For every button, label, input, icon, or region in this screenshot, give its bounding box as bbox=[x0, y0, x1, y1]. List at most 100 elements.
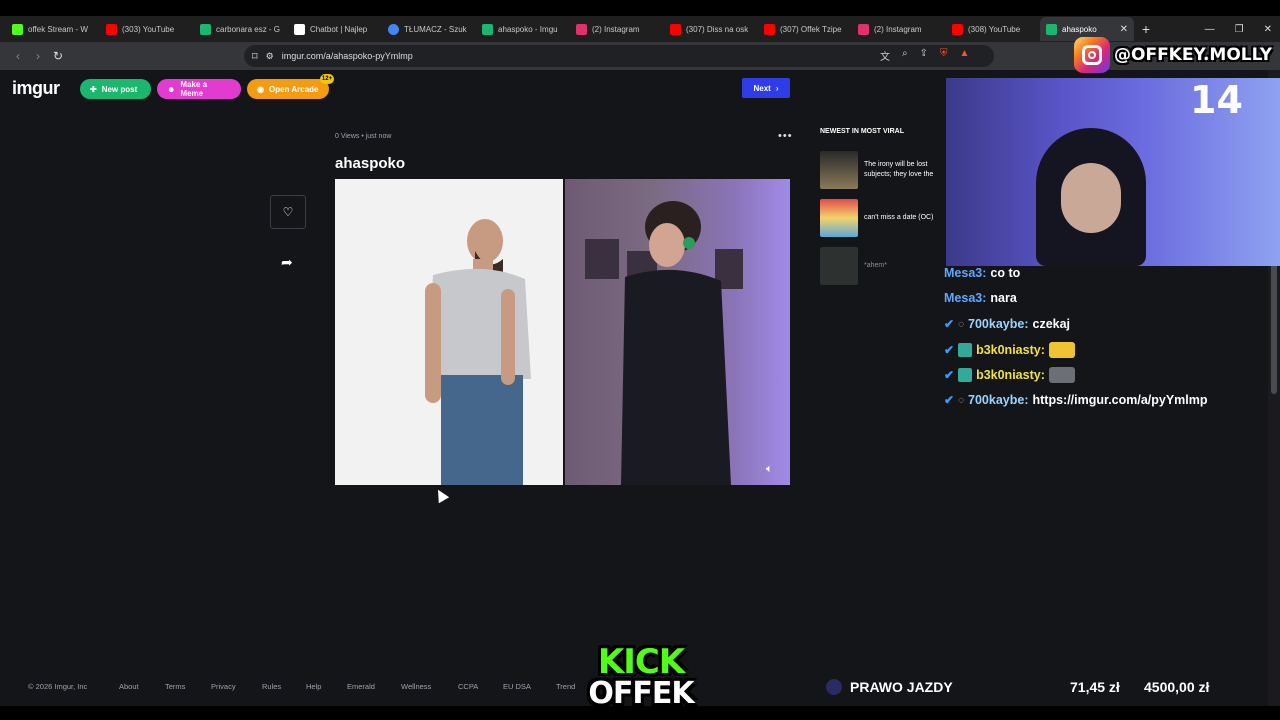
chat-username: Mesa3: bbox=[944, 266, 987, 280]
instagram-favicon-icon bbox=[858, 23, 869, 35]
gamepad-icon: ◉ bbox=[257, 84, 264, 94]
browser-tab[interactable]: (307) Diss na osk bbox=[664, 17, 758, 41]
plus-icon: ✚ bbox=[90, 84, 97, 94]
instagram-icon bbox=[1074, 37, 1110, 73]
kick-favicon-icon bbox=[12, 23, 23, 35]
browser-tab[interactable]: (2) Instagram bbox=[852, 17, 946, 41]
next-post-button[interactable]: Next › bbox=[742, 78, 790, 98]
back-icon[interactable]: ‹ bbox=[8, 49, 28, 63]
new-post-button[interactable]: ✚ New post bbox=[80, 79, 151, 99]
chat-message: ✔ b3k0niasty: bbox=[944, 342, 1079, 358]
reload-icon[interactable]: ↻ bbox=[48, 49, 68, 63]
browser-tab[interactable]: offek Stream - W bbox=[6, 17, 100, 41]
forward-icon[interactable]: › bbox=[28, 49, 48, 63]
chatbot-favicon-icon bbox=[294, 23, 305, 35]
sidebar-post[interactable]: can't miss a date (OC) bbox=[820, 199, 950, 237]
browser-tab[interactable]: ahaspoko - Imgu bbox=[476, 17, 570, 41]
hoodie-man-photo bbox=[565, 179, 790, 485]
open-arcade-button[interactable]: ◉ Open Arcade bbox=[247, 79, 329, 99]
bald-man-photo bbox=[335, 179, 563, 485]
browser-tab[interactable]: Chatbot | Najlep bbox=[288, 17, 382, 41]
restore-icon[interactable]: ❐ bbox=[1235, 24, 1244, 35]
chat-message: Mesa3: nara bbox=[944, 291, 1017, 305]
emote-icon bbox=[1048, 367, 1075, 383]
footer-link[interactable]: Help bbox=[306, 682, 321, 691]
sub-badge-icon bbox=[958, 368, 973, 382]
sidebar-heading: NEWEST IN MOST VIRAL bbox=[820, 128, 904, 135]
chat-username: 700kaybe: bbox=[968, 393, 1029, 407]
share-icon[interactable]: ⇪ bbox=[920, 48, 928, 63]
site-info-icon[interactable]: ⚙ bbox=[266, 51, 274, 62]
browser-tab[interactable]: (307) Offek Tzipe bbox=[758, 17, 852, 41]
address-bar-tools: 文 ⌕ ⇪ ⛨ ▲ bbox=[880, 48, 969, 63]
sword-badge-icon: ✔ bbox=[944, 368, 955, 382]
zoom-icon[interactable]: ⌕ bbox=[902, 48, 908, 63]
brave-shield-icon[interactable]: ⛨ bbox=[940, 48, 948, 63]
streamer-face bbox=[1061, 163, 1121, 233]
sword-badge-icon: ✔ bbox=[944, 317, 955, 331]
footer-copyright: © 2026 Imgur, Inc bbox=[28, 681, 88, 691]
footer-link[interactable]: About bbox=[119, 682, 139, 691]
imgur-favicon-icon bbox=[1046, 23, 1057, 35]
chat-message: Mesa3: co to bbox=[944, 266, 1020, 280]
imgur-logo[interactable]: imgur bbox=[12, 78, 60, 99]
browser-tab[interactable]: (2) Instagram bbox=[570, 17, 664, 41]
bookmark-icon[interactable]: ⌑ bbox=[252, 50, 258, 63]
post-title: ahaspoko bbox=[335, 155, 406, 172]
minimize-icon[interactable]: — bbox=[1205, 24, 1215, 35]
chat-username: 700kaybe: bbox=[968, 317, 1029, 331]
browser-tab[interactable]: TŁUMACZ - Szuk bbox=[382, 17, 476, 41]
imgur-favicon-icon bbox=[482, 23, 493, 35]
bald-man-illustration bbox=[425, 219, 531, 485]
goal-indicator-icon bbox=[826, 679, 842, 695]
sword-badge-icon: ✔ bbox=[944, 393, 955, 407]
footer-link[interactable]: Wellness bbox=[401, 682, 431, 691]
chat-text: czekaj bbox=[1032, 317, 1071, 331]
footer-link[interactable]: Emerald bbox=[347, 682, 375, 691]
goal-current: 71,45 zł bbox=[1070, 679, 1120, 695]
goal-max: 4500,00 zł bbox=[1144, 679, 1210, 695]
post-thumbnail bbox=[820, 199, 858, 237]
footer-link[interactable]: EU DSA bbox=[503, 682, 531, 691]
make-meme-button[interactable]: ☻ Make a Meme bbox=[157, 79, 241, 99]
goal-title: PRAWO JAZDY bbox=[850, 679, 953, 695]
sub-badge-icon bbox=[958, 343, 973, 357]
google-favicon-icon bbox=[388, 23, 399, 35]
favorite-button[interactable]: ♡ bbox=[270, 195, 306, 229]
chat-username: b3k0niasty: bbox=[976, 343, 1045, 357]
youtube-favicon-icon bbox=[952, 23, 963, 35]
channel-wordmark: OFFEK bbox=[588, 676, 694, 711]
post-meta: 0 Views • just now bbox=[335, 133, 392, 140]
close-tab-icon[interactable]: ✕ bbox=[1120, 24, 1128, 35]
share-arrow-icon[interactable]: ➦ bbox=[281, 254, 293, 271]
post-media[interactable] bbox=[335, 179, 790, 485]
volume-icon[interactable]: 🔈︎ bbox=[766, 463, 773, 476]
footer-link[interactable]: Privacy bbox=[211, 682, 236, 691]
chat-message: ✔ ◌ 700kaybe: https://imgur.com/a/pyYmlmp bbox=[944, 393, 1208, 407]
url-text: imgur.com/a/ahaspoko-pyYmlmp bbox=[281, 51, 413, 61]
more-options-icon[interactable]: ••• bbox=[778, 130, 793, 142]
footer-link[interactable]: Terms bbox=[165, 682, 185, 691]
sidebar-post[interactable]: *ahem* bbox=[820, 247, 950, 285]
chat-text: co to bbox=[990, 266, 1021, 280]
instagram-favicon-icon bbox=[576, 23, 587, 35]
browser-tab[interactable]: (308) YouTube bbox=[946, 17, 1040, 41]
translate-icon[interactable]: 文 bbox=[880, 48, 890, 63]
imgur-favicon-icon bbox=[200, 23, 211, 35]
sidebar-post[interactable]: The irony will be lost subjects; they lo… bbox=[820, 151, 950, 189]
footer-link[interactable]: Trend bbox=[556, 682, 575, 691]
close-window-icon[interactable]: ✕ bbox=[1264, 24, 1272, 35]
youtube-favicon-icon bbox=[106, 23, 117, 35]
chat-username: Mesa3: bbox=[944, 291, 987, 305]
new-tab-button[interactable]: + bbox=[1134, 21, 1158, 37]
footer-link[interactable]: CCPA bbox=[458, 682, 478, 691]
youtube-favicon-icon bbox=[764, 23, 775, 35]
emote-icon bbox=[1048, 342, 1075, 358]
footer-link[interactable]: Rules bbox=[262, 682, 281, 691]
sword-badge-icon: ✔ bbox=[944, 343, 955, 357]
brave-rewards-icon[interactable]: ▲ bbox=[960, 48, 970, 63]
browser-tab[interactable]: (303) YouTube bbox=[100, 17, 194, 41]
chevron-right-icon: › bbox=[775, 83, 779, 93]
browser-tab[interactable]: carbonara esz - G bbox=[194, 17, 288, 41]
kick-logo-overlay: KICK OFFEK bbox=[578, 645, 704, 711]
